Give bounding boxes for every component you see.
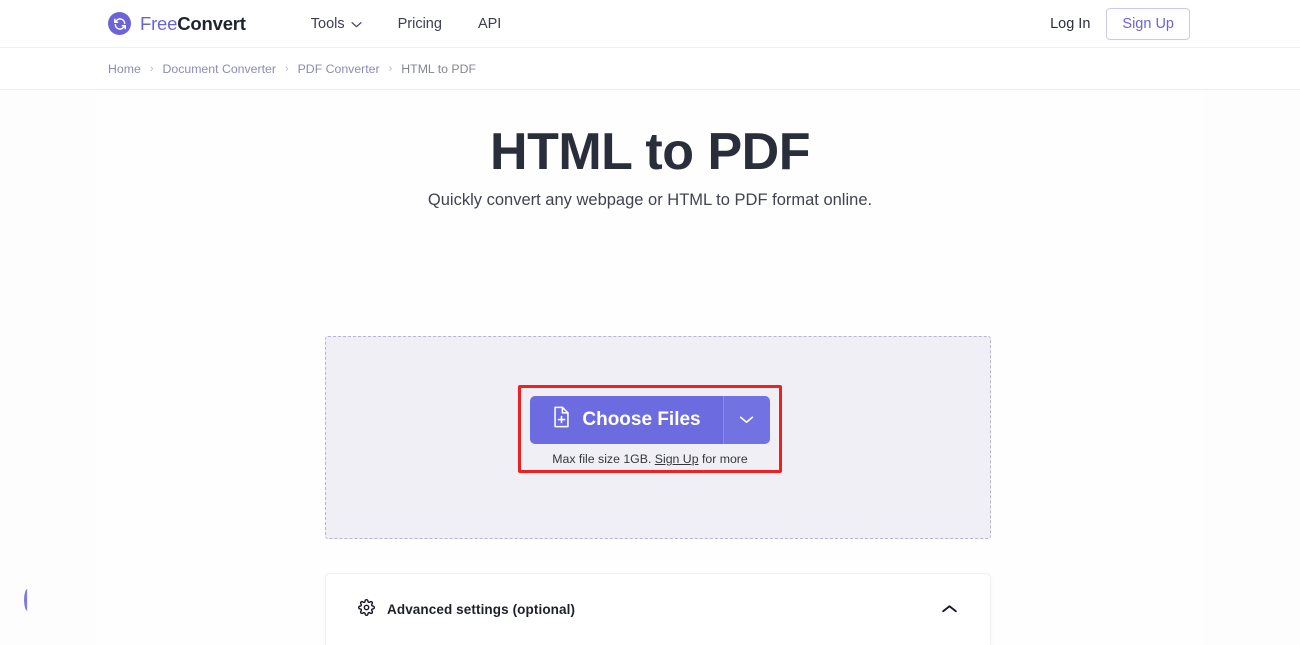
breadcrumb-item-document-converter[interactable]: Document Converter: [162, 62, 275, 76]
brand-logo[interactable]: FreeConvert: [108, 12, 246, 35]
page-title: HTML to PDF: [490, 123, 810, 181]
choose-files-label: Choose Files: [582, 409, 701, 430]
choose-files-dropdown-toggle[interactable]: [722, 396, 770, 444]
breadcrumb-separator: ›: [388, 62, 393, 75]
nav-item-pricing[interactable]: Pricing: [398, 16, 442, 32]
max-file-size-signup-link[interactable]: Sign Up: [655, 452, 699, 466]
annotation-highlight-box: Choose Files Max file size 1GB. Sign Up …: [518, 385, 782, 473]
brand-name: FreeConvert: [140, 13, 246, 35]
gear-icon: [358, 598, 375, 621]
breadcrumb-separator: ›: [284, 62, 289, 75]
max-file-size-note: Max file size 1GB. Sign Up for more: [552, 452, 747, 466]
breadcrumb-bar: Home › Document Converter › PDF Converte…: [0, 48, 1300, 90]
nav-item-api-label: API: [477, 15, 502, 32]
nav-item-pricing-label: Pricing: [397, 15, 442, 32]
breadcrumb: Home › Document Converter › PDF Converte…: [108, 62, 476, 76]
breadcrumb-item-current: HTML to PDF: [401, 61, 476, 76]
upload-cta-wrapper: Choose Files Max file size 1GB. Sign Up …: [95, 385, 1205, 473]
freeconvert-html-to-pdf-page: FreeConvert Tools Pricing API Log In Sig…: [0, 0, 1300, 645]
breadcrumb-separator: ›: [149, 62, 154, 75]
breadcrumb-item-pdf-converter[interactable]: PDF Converter: [298, 62, 380, 76]
chevron-down-icon: [351, 16, 362, 32]
chevron-down-icon: [739, 411, 754, 429]
brand-name-free: Free: [140, 12, 178, 34]
breadcrumb-item-home[interactable]: Home: [108, 62, 141, 76]
advanced-settings-label: Advanced settings (optional): [387, 602, 576, 617]
max-file-size-prefix: Max file size 1GB.: [552, 452, 655, 466]
choose-files-button[interactable]: Choose Files: [530, 396, 723, 444]
advanced-settings-header: Advanced settings (optional): [358, 598, 576, 621]
brand-name-convert: Convert: [177, 12, 246, 34]
auth-actions: Log In Sign Up: [1050, 7, 1190, 40]
nav-item-tools-label: Tools: [310, 15, 345, 32]
login-link[interactable]: Log In: [1050, 16, 1090, 32]
max-file-size-suffix: for more: [698, 452, 748, 466]
main-content: HTML to PDF Quickly convert any webpage …: [95, 90, 1205, 645]
signup-button[interactable]: Sign Up: [1106, 7, 1190, 40]
advanced-settings-panel[interactable]: Advanced settings (optional): [325, 573, 991, 645]
main-nav: Tools Pricing API: [311, 16, 502, 32]
cut-off-widget-edge: [24, 589, 28, 611]
site-header: FreeConvert Tools Pricing API Log In Sig…: [0, 0, 1300, 48]
nav-item-tools[interactable]: Tools: [311, 16, 362, 32]
file-plus-icon: [552, 406, 571, 434]
nav-item-api[interactable]: API: [478, 16, 501, 32]
advanced-settings-collapse-toggle[interactable]: [941, 601, 958, 619]
page-subtitle: Quickly convert any webpage or HTML to P…: [427, 191, 873, 209]
choose-files-button-group: Choose Files: [530, 396, 770, 444]
refresh-circle-icon: [108, 12, 131, 35]
chevron-up-icon: [941, 601, 958, 619]
